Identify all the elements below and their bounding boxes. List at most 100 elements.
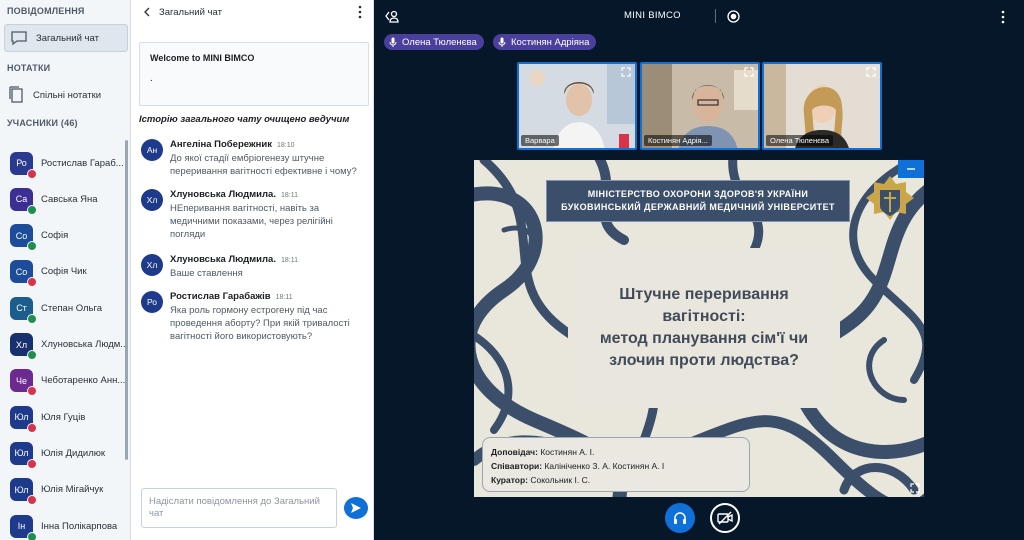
participant-item[interactable]: Са Савська Яна: [10, 184, 128, 215]
webcam-label: Варвара: [521, 135, 559, 146]
participants-section-title: УЧАСНИКИ (46): [7, 118, 78, 128]
status-badge: [27, 350, 37, 360]
status-badge: [27, 313, 37, 324]
sidebar-item-label: Спільні нотатки: [33, 89, 102, 101]
expand-icon[interactable]: [744, 67, 754, 77]
avatar: Юл: [10, 405, 37, 433]
sidebar-scrollbar[interactable]: [125, 140, 128, 460]
status-badge: [27, 386, 37, 397]
slide-title-line: вагітності:: [662, 308, 746, 325]
message-time: 18:10: [277, 142, 295, 149]
leave-audio-button[interactable]: [665, 503, 695, 533]
message-author: Хлуновська Людмила.: [170, 189, 276, 200]
participant-item[interactable]: Че Чеботаренко Анн...: [10, 366, 128, 397]
sidebar-item-label: Загальний чат: [36, 32, 99, 44]
avatar: Юл: [10, 441, 37, 469]
record-icon[interactable]: [727, 10, 740, 23]
chat-message: Ан Ангеліна Побережник 18:10 До якої стад…: [141, 139, 366, 178]
messages-section-title: ПОВІДОМЛЕННЯ: [7, 6, 85, 16]
user-list-sidebar: ПОВІДОМЛЕННЯ Загальний чат НОТАТКИ Спіль…: [0, 0, 131, 540]
avatar: Ан: [141, 139, 163, 161]
options-icon[interactable]: [1000, 10, 1006, 24]
expand-icon[interactable]: [866, 67, 876, 77]
participant-name: Ростислав Гараб...: [41, 157, 124, 169]
avatar: Хл: [141, 189, 163, 211]
title-divider: [715, 9, 716, 23]
participant-item[interactable]: Юл Юля Гуців: [10, 402, 128, 433]
chat-message: Хл Хлуновська Людмила. 18:11 Ваше ставлен…: [141, 254, 366, 280]
slide-title-line: Штучне переривання: [619, 286, 789, 303]
video-off-icon: [717, 511, 733, 525]
status-badge: [27, 241, 37, 252]
message-text: Яка роль гормону естрогену під час прове…: [170, 305, 350, 342]
webcam-label: Олена Тюленєва: [766, 135, 833, 146]
coauthors-label: Співавтори:: [491, 461, 543, 471]
participant-item[interactable]: Со Софія Чик: [10, 257, 128, 288]
sidebar-item-public-chat[interactable]: Загальний чат: [4, 24, 128, 52]
talker-name: Костинян Адріяна: [511, 36, 590, 48]
participant-item[interactable]: Ро Ростислав Гараб...: [10, 148, 128, 179]
participant-name: Юлія Мігайчук: [41, 484, 104, 496]
avatar: Ро: [141, 291, 163, 313]
chat-options-icon[interactable]: [357, 5, 363, 19]
send-message-button[interactable]: [344, 497, 368, 519]
participant-name: Софія: [41, 230, 69, 242]
avatar: Ін: [10, 514, 37, 540]
participant-item[interactable]: Ін Інна Полікарпова: [10, 511, 128, 540]
share-webcam-button[interactable]: [710, 503, 740, 533]
speaker-label: Доповідач:: [491, 447, 538, 457]
avatar: Хл: [141, 254, 163, 276]
webcam-tile[interactable]: Олена Тюленєва: [762, 62, 882, 150]
chevron-left-icon[interactable]: [143, 7, 153, 17]
slide-title-line: метод планування сім'ї чи: [599, 330, 809, 347]
message-author: Ангеліна Побережник: [170, 139, 272, 150]
expand-icon[interactable]: [621, 67, 631, 77]
status-badge: [27, 204, 37, 215]
microphone-icon: [389, 37, 397, 47]
status-badge: [27, 458, 37, 469]
user-list-toggle-icon[interactable]: [384, 8, 400, 24]
participant-name: Юля Гуців: [41, 411, 86, 423]
message-author: Ростислав Гарабажів: [170, 291, 271, 302]
chat-message: Хл Хлуновська Людмила. 18:11 НЕперивання …: [141, 189, 366, 241]
fullscreen-icon[interactable]: [910, 483, 920, 493]
minimize-presentation-button[interactable]: [898, 160, 924, 178]
avatar: Са: [10, 187, 37, 215]
participant-item[interactable]: Юл Юлія Мігайчук: [10, 475, 128, 506]
chat-bubble-icon: [11, 31, 27, 46]
welcome-message: Welcome to MINI BIMCO .: [139, 42, 369, 106]
participant-item[interactable]: Юл Юлія Дидилюк: [10, 438, 128, 469]
presentation-slide: МІНІСТЕРСТВО ОХОРОНИ ЗДОРОВ'Я УКРАЇНИ БУ…: [474, 160, 924, 497]
participant-name: Юлія Дидилюк: [41, 447, 106, 459]
webcam-tile[interactable]: Варвара: [517, 62, 637, 150]
chat-message-input[interactable]: Надіслати повідомлення до Загальний чат: [141, 488, 337, 528]
chat-title: Загальний чат: [159, 6, 222, 18]
webcam-label: Костинян Адрія...: [644, 135, 712, 146]
slide-title-box: Штучне переривання вагітності: метод пла…: [568, 248, 840, 408]
message-time: 18:11: [280, 192, 298, 199]
avatar: Ст: [10, 296, 37, 324]
sidebar-item-shared-notes[interactable]: Спільні нотатки: [4, 81, 128, 109]
minimize-icon: [907, 168, 915, 170]
slide-header: МІНІСТЕРСТВО ОХОРОНИ ЗДОРОВ'Я УКРАЇНИ БУ…: [546, 180, 850, 222]
message-text: До якої стадії ембріогенезу штучне перер…: [170, 153, 357, 177]
status-badge: [27, 495, 37, 506]
presentation-area: MINI BIMCO Олена Тюленєва Костинян Адрія…: [374, 0, 1024, 540]
avatar: Со: [10, 260, 37, 288]
curator-value: Сокольник І. С.: [530, 475, 591, 485]
welcome-dot: .: [150, 73, 153, 84]
avatar: Че: [10, 369, 37, 397]
speaker-value: Костинян А. І.: [540, 447, 595, 457]
headphones-icon: [674, 512, 686, 524]
avatar: Юл: [10, 478, 37, 506]
message-text: Ваше ставлення: [170, 268, 243, 279]
participant-name: Інна Полікарпова: [41, 520, 118, 532]
meeting-title: MINI BIMCO: [624, 10, 681, 21]
webcam-tile[interactable]: Костинян Адрія...: [640, 62, 760, 150]
participant-item[interactable]: Со Софія: [10, 221, 128, 252]
avatar: Ро: [10, 151, 37, 179]
participant-name: Хлуновська Людм...: [41, 339, 128, 350]
participant-item[interactable]: Ст Степан Ольга: [10, 293, 128, 324]
participant-item[interactable]: Хл Хлуновська Людм...: [10, 330, 128, 360]
chat-header[interactable]: Загальний чат: [131, 0, 374, 24]
